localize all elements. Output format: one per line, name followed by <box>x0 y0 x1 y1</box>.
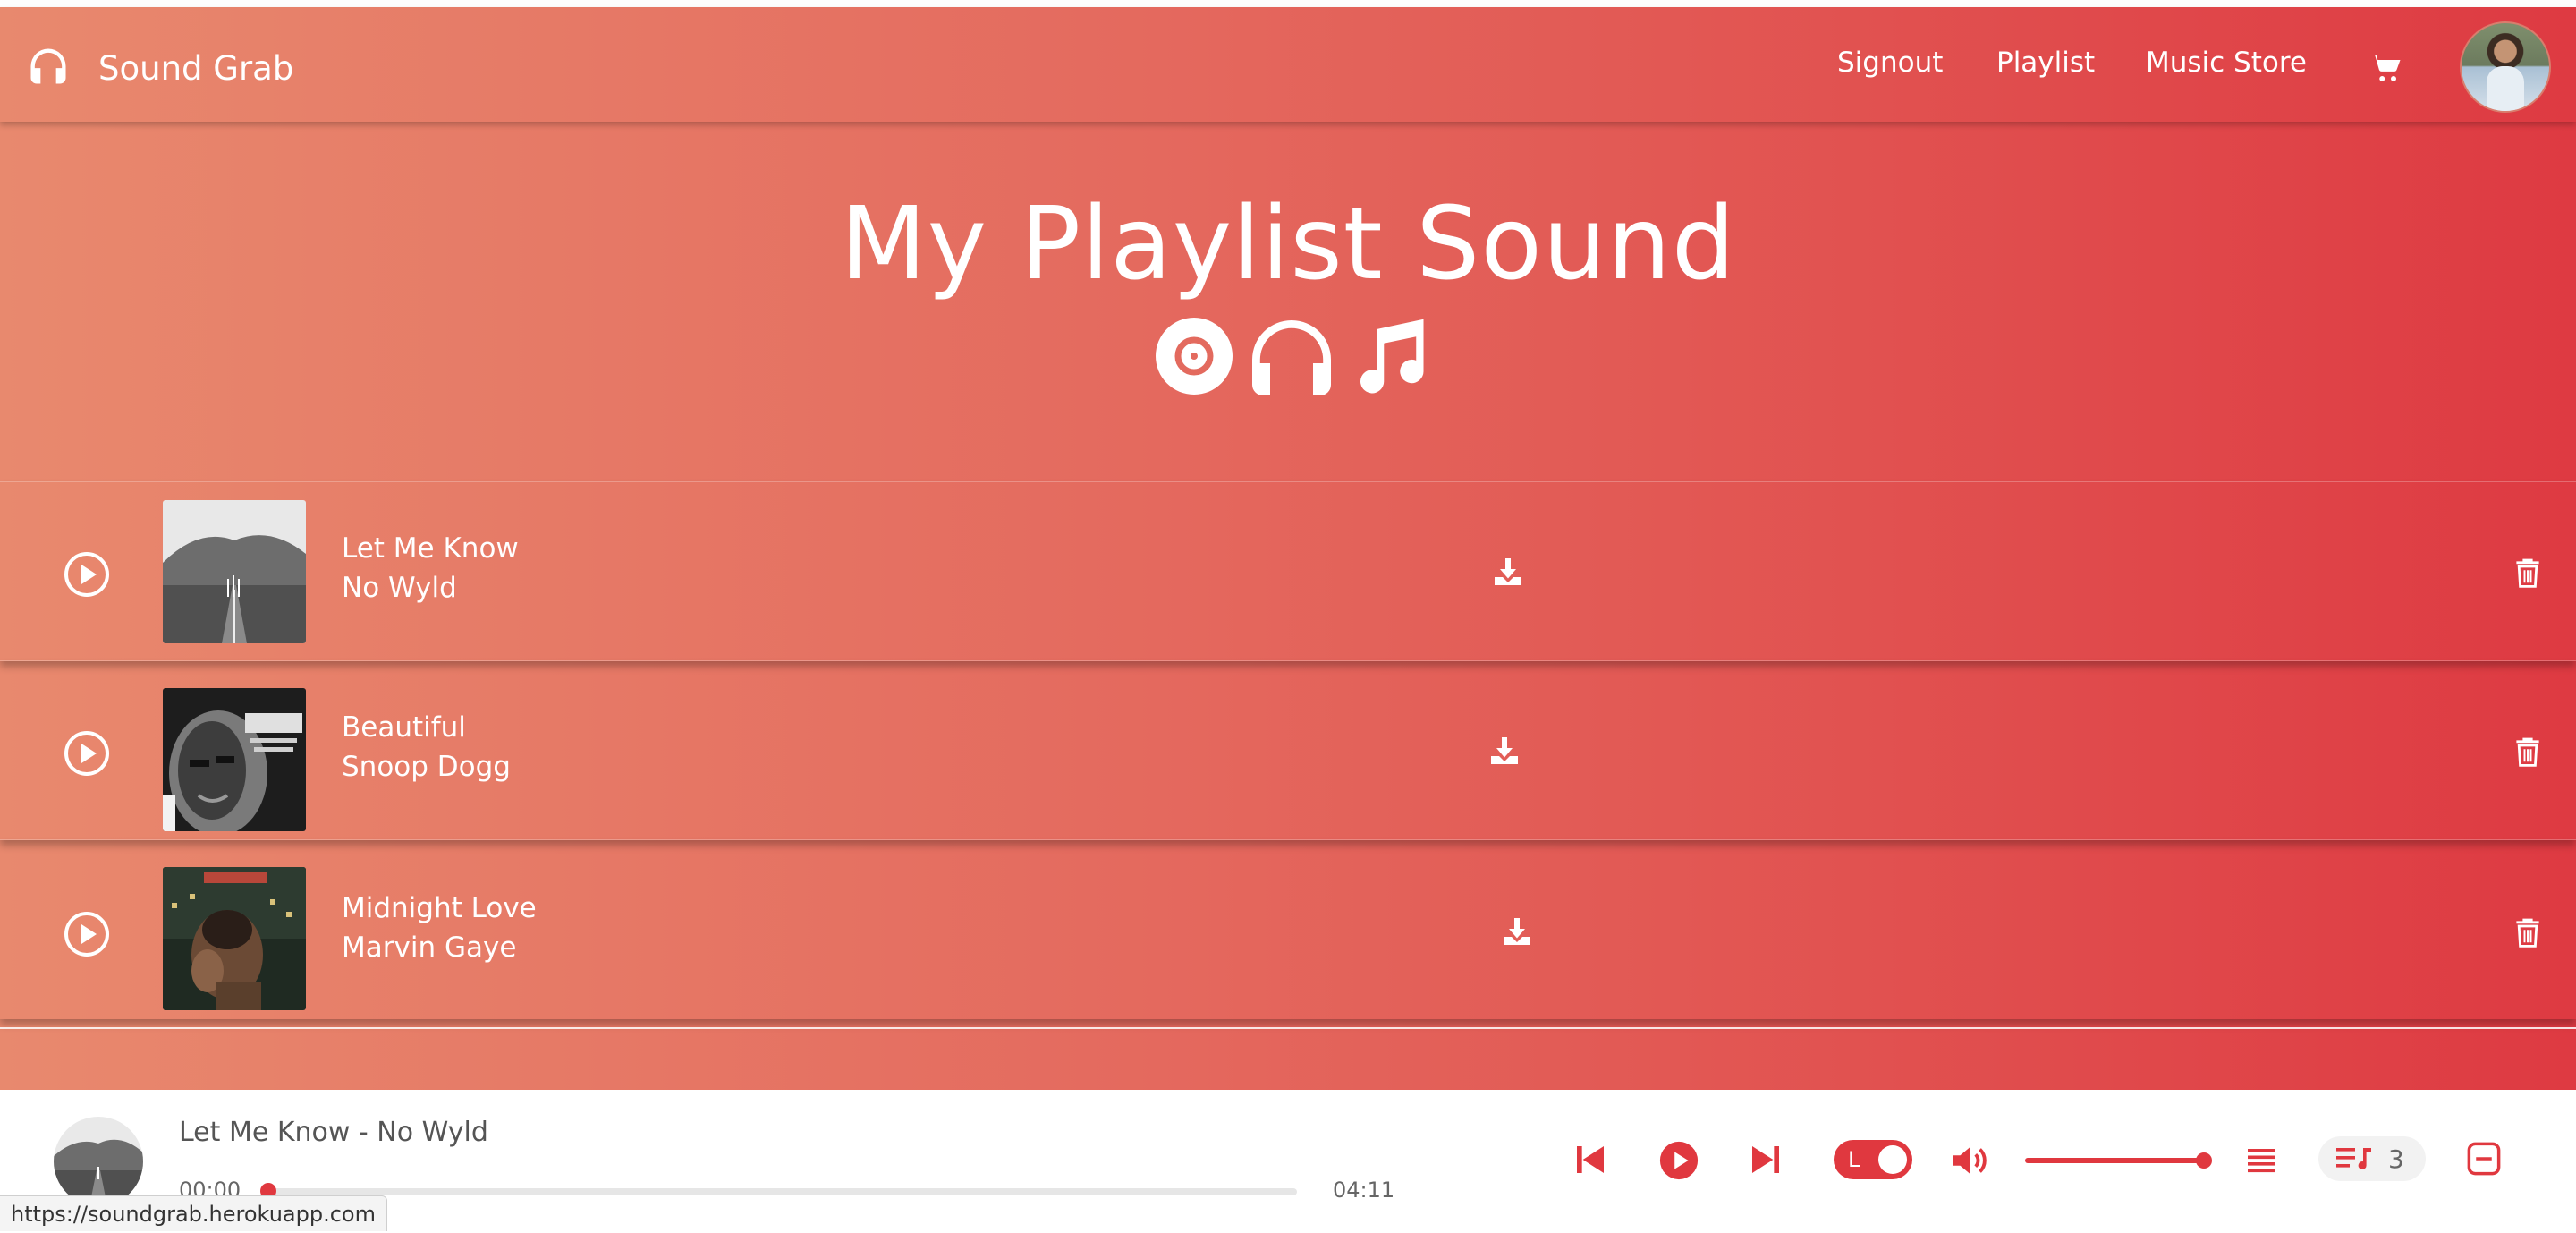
track-title: Beautiful <box>342 711 466 744</box>
navbar: Sound Grab Signout Playlist Music Store <box>0 7 2576 122</box>
volume-knob[interactable] <box>2196 1152 2212 1169</box>
nav-signout-link[interactable]: Signout <box>1837 47 1943 79</box>
music-note-icon <box>1349 316 1431 396</box>
now-playing-title: Let Me Know - No Wyld <box>179 1117 488 1148</box>
trash-icon[interactable] <box>2515 557 2540 588</box>
download-icon[interactable] <box>1488 735 1521 767</box>
headphones-icon <box>25 43 72 93</box>
nav-playlist-link[interactable]: Playlist <box>1996 47 2095 79</box>
queue-count: 3 <box>2388 1144 2404 1174</box>
status-bar-url: https://soundgrab.herokuapp.com <box>0 1195 387 1231</box>
queue-button[interactable]: 3 <box>2318 1136 2426 1181</box>
nav-music-store-link[interactable]: Music Store <box>2146 47 2307 79</box>
hero-icons <box>1154 311 1431 401</box>
minimize-player-icon[interactable] <box>2465 1140 2503 1181</box>
trash-icon[interactable] <box>2515 736 2540 767</box>
download-icon[interactable] <box>1492 556 1524 588</box>
track-row: Beautiful Snoop Dogg <box>0 660 2576 840</box>
playlist-page: Sound Grab Signout Playlist Music Store … <box>0 0 2576 1090</box>
playlist-menu-icon[interactable] <box>2245 1144 2277 1179</box>
cart-icon[interactable] <box>2368 52 2402 84</box>
queue-music-icon <box>2336 1145 2374 1176</box>
download-icon[interactable] <box>1501 915 1533 948</box>
track-artist: Snoop Dogg <box>342 751 511 783</box>
play-icon[interactable] <box>1658 1140 1699 1185</box>
next-track-icon[interactable] <box>1748 1142 1784 1181</box>
headphones-icon <box>1249 316 1335 396</box>
progress-bar[interactable] <box>260 1183 1297 1199</box>
album-cover <box>163 867 306 1010</box>
loop-toggle-letter: L <box>1848 1147 1860 1172</box>
trash-icon[interactable] <box>2515 917 2540 948</box>
play-button[interactable] <box>63 550 111 599</box>
previous-track-icon[interactable] <box>1572 1142 1608 1181</box>
total-time: 04:11 <box>1333 1178 1395 1203</box>
volume-icon[interactable] <box>1950 1140 1991 1185</box>
play-button[interactable] <box>63 910 111 958</box>
album-cover <box>163 500 306 643</box>
track-row: Midnight Love Marvin Gaye <box>0 839 2576 1019</box>
play-button[interactable] <box>63 729 111 778</box>
track-artist: Marvin Gaye <box>342 931 517 964</box>
volume-slider[interactable] <box>2025 1152 2212 1169</box>
divider <box>0 1027 2576 1029</box>
now-playing-cover <box>54 1117 143 1206</box>
brand[interactable]: Sound Grab <box>25 43 293 93</box>
vinyl-record-icon <box>1154 316 1234 396</box>
track-row: Let Me Know No Wyld <box>0 481 2576 661</box>
track-title: Let Me Know <box>342 532 519 565</box>
brand-name: Sound Grab <box>98 48 294 88</box>
track-artist: No Wyld <box>342 572 457 604</box>
page-title: My Playlist Sound <box>840 186 1736 302</box>
album-cover <box>163 688 306 831</box>
track-title: Midnight Love <box>342 892 537 924</box>
loop-toggle-knob <box>1878 1145 1907 1174</box>
user-avatar[interactable] <box>2460 21 2551 113</box>
loop-toggle[interactable]: L <box>1834 1140 1912 1179</box>
